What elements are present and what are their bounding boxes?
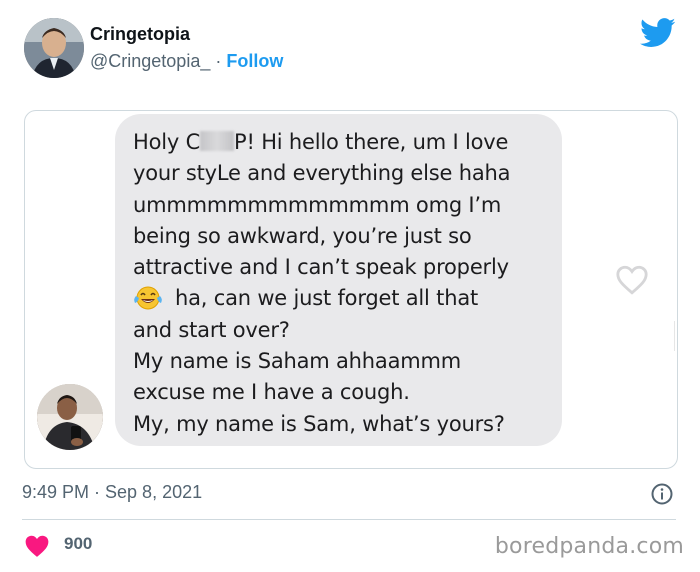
like-count[interactable]: 900 <box>64 534 92 554</box>
author-avatar[interactable] <box>24 18 84 78</box>
sender-avatar <box>37 384 103 450</box>
divider <box>22 519 676 520</box>
message-bubble: Holy C P! Hi hello there, um I love your … <box>115 114 562 446</box>
follow-button[interactable]: Follow <box>226 51 283 71</box>
message-line: excuse me I have a cough. <box>133 380 410 405</box>
meta-separator: · <box>210 51 227 71</box>
info-icon[interactable] <box>650 482 674 506</box>
message-line: Holy C P! Hi hello there, um I love <box>133 130 509 154</box>
message-line: attractive and I can’t speak properly <box>133 255 509 280</box>
author-meta: @Cringetopia_ · Follow <box>90 51 283 72</box>
tears-of-joy-emoji <box>133 285 163 311</box>
heart-outline-icon[interactable] <box>615 264 649 296</box>
message-line: being so awkward, you’re just so <box>133 223 472 248</box>
watermark: boredpanda.com <box>494 534 684 559</box>
tweet-header: Cringetopia @Cringetopia_ · Follow <box>24 16 684 86</box>
message-line: My name is Saham ahhaammm <box>133 349 462 374</box>
twitter-bird-icon[interactable] <box>640 18 676 50</box>
message-line: ummmmmmmmmmmmm omg I’m <box>133 192 502 217</box>
message-line: your styLe and everything else haha <box>133 161 511 186</box>
message-line: and start over? <box>133 317 290 342</box>
tweet-timestamp[interactable]: 9:49 PM · Sep 8, 2021 <box>22 482 202 503</box>
heart-filled-icon[interactable] <box>24 534 50 558</box>
message-line: My, my name is Sam, what’s yours? <box>133 411 505 436</box>
embedded-message-screenshot[interactable]: Holy C P! Hi hello there, um I love your … <box>24 110 678 469</box>
censor-blur <box>200 131 235 151</box>
author-name[interactable]: Cringetopia <box>90 24 190 45</box>
scrollbar <box>674 321 675 351</box>
author-handle[interactable]: @Cringetopia_ <box>90 51 210 71</box>
message-line: ha, can we just forget all that <box>133 283 552 314</box>
